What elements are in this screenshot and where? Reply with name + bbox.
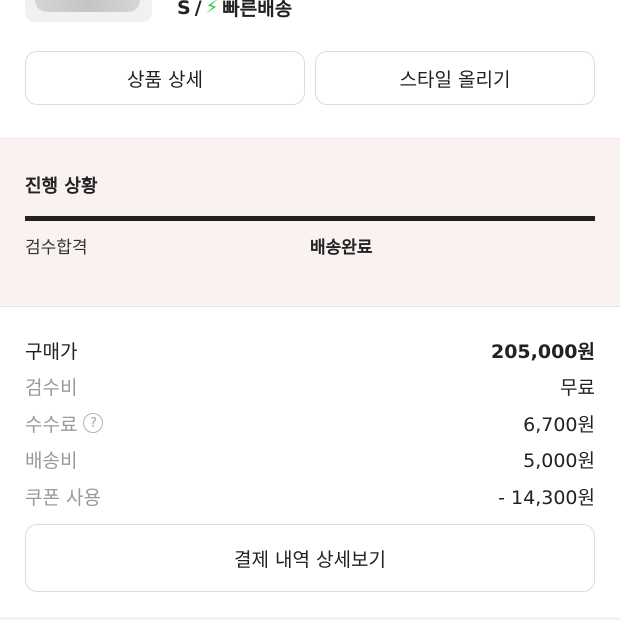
price-row-inspection-fee: 검수비 무료 bbox=[25, 369, 595, 406]
section-divider bbox=[0, 306, 620, 307]
price-label: 배송비 bbox=[25, 450, 78, 473]
price-label: 구매가 bbox=[25, 340, 78, 363]
step-inspection-passed: 검수합격 bbox=[25, 238, 88, 258]
step-delivered: 배송완료 bbox=[310, 238, 373, 258]
price-value: 무료 bbox=[560, 377, 595, 400]
post-style-label: 스타일 올리기 bbox=[399, 68, 511, 91]
price-value: 5,000원 bbox=[523, 450, 595, 473]
price-row-coupon: 쿠폰 사용 - 14,300원 bbox=[25, 478, 595, 515]
shipping-type: 빠른배송 bbox=[222, 0, 293, 20]
price-breakdown: 구매가 205,000원 검수비 무료 수수료 ? 6,700원 배송비 5,0… bbox=[25, 332, 595, 515]
price-value: 205,000원 bbox=[490, 340, 595, 363]
price-value: 6,700원 bbox=[523, 413, 595, 436]
price-row-commission: 수수료 ? 6,700원 bbox=[25, 405, 595, 442]
help-icon[interactable]: ? bbox=[83, 413, 104, 434]
purchase-detail-page: S / ⚡ 빠른배송 상품 상세 스타일 올리기 진행 상황 검수합격 배송완료… bbox=[0, 0, 620, 620]
progress-panel: 진행 상황 검수합격 배송완료 bbox=[0, 139, 620, 307]
post-style-button[interactable]: 스타일 올리기 bbox=[315, 51, 595, 105]
payment-detail-button[interactable]: 결제 내역 상세보기 bbox=[25, 524, 595, 592]
price-row-purchase: 구매가 205,000원 bbox=[25, 332, 595, 369]
product-detail-button[interactable]: 상품 상세 bbox=[25, 51, 305, 105]
product-image bbox=[35, 0, 140, 12]
price-value: - 14,300원 bbox=[498, 486, 595, 509]
price-label-wrap: 수수료 ? bbox=[25, 410, 104, 437]
lightning-icon: ⚡ bbox=[205, 0, 219, 18]
product-meta: S / ⚡ 빠른배송 bbox=[177, 0, 292, 21]
product-detail-label: 상품 상세 bbox=[127, 68, 203, 91]
product-size: S bbox=[177, 0, 191, 19]
price-label: 수수료 bbox=[25, 413, 78, 436]
price-row-shipping: 배송비 5,000원 bbox=[25, 442, 595, 479]
price-label: 쿠폰 사용 bbox=[25, 486, 101, 509]
progress-bar bbox=[25, 216, 595, 221]
progress-title: 진행 상황 bbox=[25, 176, 98, 197]
product-thumbnail[interactable] bbox=[25, 0, 152, 22]
progress-fill bbox=[25, 216, 595, 221]
payment-detail-label: 결제 내역 상세보기 bbox=[234, 548, 386, 571]
meta-separator: / bbox=[194, 0, 202, 19]
price-label: 검수비 bbox=[25, 377, 78, 400]
